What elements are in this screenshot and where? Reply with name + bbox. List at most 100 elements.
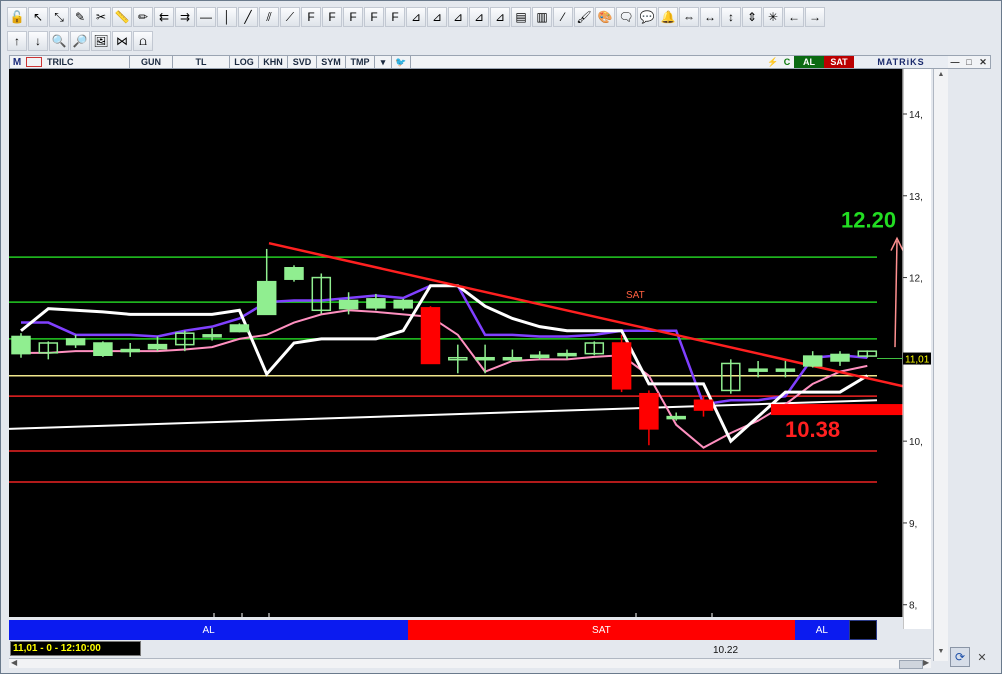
fibonacci-time-icon[interactable]: F xyxy=(364,7,384,27)
bird-icon[interactable]: 🐦 xyxy=(392,56,411,68)
scroll-left-icon[interactable]: ◀ xyxy=(11,658,17,667)
scroll-thumb[interactable] xyxy=(899,660,923,669)
horizontal-scrollbar[interactable]: ◀ ▶ xyxy=(9,658,931,669)
channel-right-icon[interactable]: ⇉ xyxy=(175,7,195,27)
price-chart[interactable]: 12.20 10.38 SAT xyxy=(9,69,931,617)
scroll-down-icon[interactable]: ▼ xyxy=(935,648,947,659)
period-gun-button[interactable]: GUN xyxy=(130,56,173,68)
lightning-icon[interactable]: ⚡ xyxy=(766,57,780,68)
app-window: 🔓 ↖ ⤡ ✎ ✂ 📏 ✏ ⇇ ⇉ — │ ╱ ⫽ ⟋ F F F F F ⊿ ⊿ ⊿ ⊿ ⊿ ▤ ▥ ⁄ 🖌 🎨 🗨 💬 🔔 ⇔ ↔ ↕ ⇕ ✳ ← → … xyxy=(0,0,1002,674)
candle-body xyxy=(666,415,686,420)
note-icon[interactable]: 🗨 xyxy=(616,7,636,27)
brush-icon[interactable]: 🖌 xyxy=(574,7,594,27)
arrow-right-icon[interactable]: → xyxy=(805,7,825,27)
pointer-arrow-icon[interactable]: ↖ xyxy=(28,7,48,27)
red-trend-line xyxy=(268,241,930,394)
fibonacci-icon[interactable]: F xyxy=(301,7,321,27)
horizontal-line-icon[interactable]: — xyxy=(196,7,216,27)
axis-label: 10, xyxy=(909,437,923,448)
arrow-down-icon[interactable]: ↓ xyxy=(28,31,48,51)
signal-segment-al: AL xyxy=(9,620,409,640)
price-readout: 11,01 - 0 - 12:10:00 xyxy=(10,641,141,656)
magnet-icon[interactable]: ⩍ xyxy=(133,31,153,51)
signal-segment-empty xyxy=(849,620,877,640)
close-icon[interactable]: ✕ xyxy=(976,57,990,68)
price-axis: 14,13,12,11,10,9,8,11,01 xyxy=(903,69,931,629)
trend-line-icon[interactable]: ╱ xyxy=(238,7,258,27)
zoom-in-icon[interactable]: 🔍 xyxy=(49,31,69,51)
regression-icon[interactable]: ▤ xyxy=(511,7,531,27)
signal-segment-sat: SAT xyxy=(408,620,795,640)
sym-button[interactable]: SYM xyxy=(317,56,346,68)
arrows-out-icon[interactable]: ↔ xyxy=(700,7,720,27)
candle-body xyxy=(120,348,140,353)
current-price-label: 11,01 xyxy=(905,355,930,366)
chart-menu-m[interactable]: M xyxy=(10,57,24,68)
andrews-icon[interactable]: ⊿ xyxy=(469,7,489,27)
target-price-label: 12.20 xyxy=(841,208,896,233)
scroll-up-icon[interactable]: ▲ xyxy=(935,71,947,82)
fibonacci-ext-icon[interactable]: F xyxy=(385,7,405,27)
candle-body xyxy=(420,307,441,365)
refresh-icon[interactable]: ⟳ xyxy=(950,647,970,667)
chart-header-bar: M TRILC GUN TL LOG KHN SVD SYM TMP ▾ 🐦 ⚡… xyxy=(9,55,991,69)
channel-left-icon[interactable]: ⇇ xyxy=(154,7,174,27)
gann-icon[interactable]: ⊿ xyxy=(406,7,426,27)
cycles-icon[interactable]: ⊿ xyxy=(490,7,510,27)
resize-icon[interactable]: ⤡ xyxy=(49,7,69,27)
arrows-up-icon[interactable]: ↕ xyxy=(721,7,741,27)
axis-bg xyxy=(903,69,931,629)
raff-channel-icon[interactable]: ▥ xyxy=(532,7,552,27)
speed-lines-icon[interactable]: ⊿ xyxy=(448,7,468,27)
axis-label: 13, xyxy=(909,192,923,203)
comment-icon[interactable]: 💬 xyxy=(637,7,657,27)
palette-icon[interactable]: 🎨 xyxy=(595,7,615,27)
arrow-left-icon[interactable]: ← xyxy=(784,7,804,27)
candle-body xyxy=(611,342,632,390)
svd-button[interactable]: SVD xyxy=(288,56,317,68)
support-price-label: 10.38 xyxy=(785,417,840,442)
alarm-bell-icon[interactable]: 🔔 xyxy=(658,7,678,27)
candle-body xyxy=(147,343,168,350)
minimize-icon[interactable]: — xyxy=(948,57,962,67)
toolbar-row-1: 🔓 ↖ ⤡ ✎ ✂ 📏 ✏ ⇇ ⇉ — │ ╱ ⫽ ⟋ F F F F F ⊿ ⊿ ⊿ ⊿ ⊿ ▤ ▥ ⁄ 🖌 🎨 🗨 💬 🔔 ⇔ ↔ ↕ ⇕ ✳ ← → xyxy=(7,7,825,29)
arrow-up-icon[interactable]: ↑ xyxy=(7,31,27,51)
candle-body xyxy=(529,354,550,359)
al-buy-button[interactable]: AL xyxy=(794,56,824,68)
candle-body xyxy=(475,356,495,361)
candle-body xyxy=(65,338,86,346)
dropdown-icon[interactable]: ▾ xyxy=(375,56,392,68)
corner-close-icon[interactable]: ✕ xyxy=(973,649,991,667)
tmp-button[interactable]: TMP xyxy=(346,56,375,68)
khn-button[interactable]: KHN xyxy=(259,56,288,68)
image-icon[interactable]: 🖼 xyxy=(91,31,111,51)
fibonacci-arc-icon[interactable]: F xyxy=(343,7,363,27)
fibonacci-fan-icon[interactable]: F xyxy=(322,7,342,27)
arrows-in-icon[interactable]: ⇔ xyxy=(679,7,699,27)
long-trend-line xyxy=(9,399,878,430)
candle-body xyxy=(775,368,796,372)
gann-fan-icon[interactable]: ⊿ xyxy=(427,7,447,27)
vertical-scrollbar[interactable]: ▲ ▼ xyxy=(933,69,948,661)
pencil-icon[interactable]: ✏ xyxy=(133,7,153,27)
wedge-icon[interactable]: ⁄ xyxy=(553,7,573,27)
candle-body xyxy=(502,356,523,361)
pattern-icon[interactable]: ⋈ xyxy=(112,31,132,51)
log-button[interactable]: LOG xyxy=(230,56,259,68)
settings-star-icon[interactable]: ✳ xyxy=(763,7,783,27)
symbol-label[interactable]: TRILC xyxy=(44,56,130,68)
lock-icon[interactable]: 🔓 xyxy=(7,7,27,27)
period-tl-button[interactable]: TL xyxy=(173,56,230,68)
edit-icon[interactable]: ✎ xyxy=(70,7,90,27)
ruler-icon[interactable]: 📏 xyxy=(112,7,132,27)
fan-lines-icon[interactable]: ⟋ xyxy=(280,7,300,27)
parallel-lines-icon[interactable]: ⫽ xyxy=(259,7,279,27)
vertical-line-icon[interactable]: │ xyxy=(217,7,237,27)
sat-sell-button[interactable]: SAT xyxy=(824,56,854,68)
maximize-icon[interactable]: □ xyxy=(962,57,976,67)
arrows-updown-icon[interactable]: ⇕ xyxy=(742,7,762,27)
scroll-right-icon[interactable]: ▶ xyxy=(923,658,929,667)
zoom-out-icon[interactable]: 🔎 xyxy=(70,31,90,51)
c-button[interactable]: C xyxy=(780,57,794,67)
tools-icon[interactable]: ✂ xyxy=(91,7,111,27)
